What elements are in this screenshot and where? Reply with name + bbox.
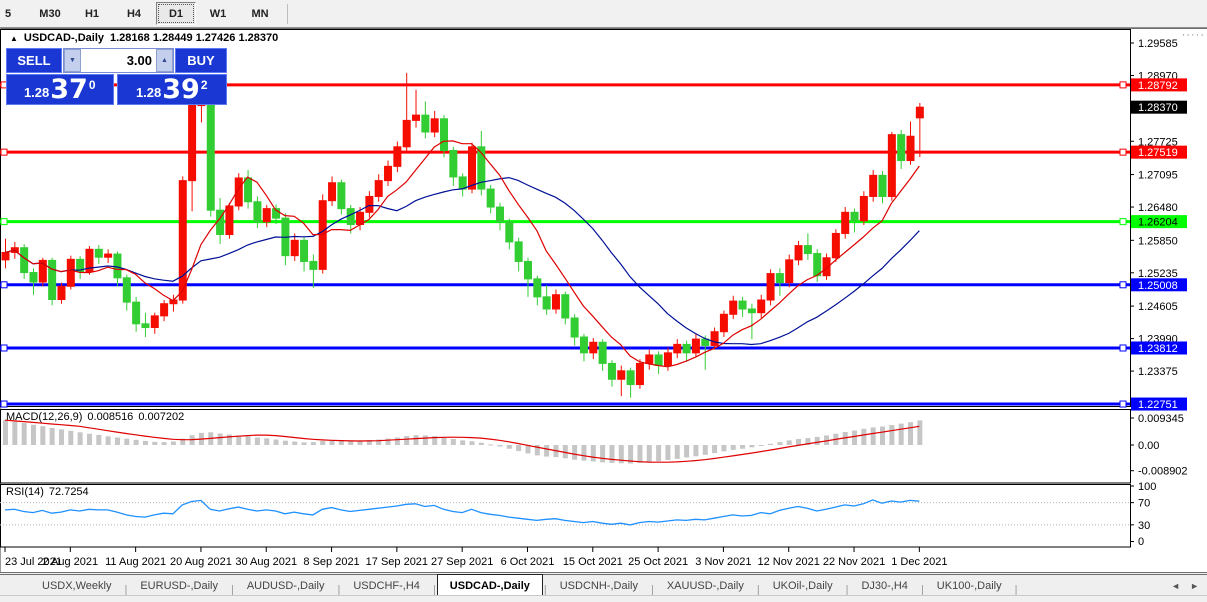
bid-big-digits: 37 bbox=[50, 74, 88, 105]
svg-text:27 Sep 2021: 27 Sep 2021 bbox=[431, 556, 493, 568]
svg-text:15 Oct 2021: 15 Oct 2021 bbox=[563, 556, 623, 568]
svg-text:1.26204: 1.26204 bbox=[1138, 217, 1178, 229]
svg-text:2 Aug 2021: 2 Aug 2021 bbox=[42, 556, 98, 568]
bid-pipette: 0 bbox=[88, 78, 96, 92]
timeframe-button-M30[interactable]: M30 bbox=[30, 2, 70, 25]
collapse-panel-icon[interactable]: ▲ bbox=[10, 34, 18, 43]
svg-text:70: 70 bbox=[1138, 498, 1150, 510]
svg-text:20 Aug 2021: 20 Aug 2021 bbox=[170, 556, 232, 568]
svg-text:25 Oct 2021: 25 Oct 2021 bbox=[628, 556, 688, 568]
bid-prefix: 1.28 bbox=[23, 85, 50, 100]
svg-text:6 Oct 2021: 6 Oct 2021 bbox=[501, 556, 555, 568]
svg-text:3 Nov 2021: 3 Nov 2021 bbox=[695, 556, 751, 568]
timeframe-button-H4[interactable]: H4 bbox=[114, 2, 154, 25]
svg-text:30: 30 bbox=[1138, 520, 1150, 532]
svg-text:11 Aug 2021: 11 Aug 2021 bbox=[105, 556, 166, 568]
bid-price[interactable]: 1.28 37 0 bbox=[6, 74, 114, 105]
volume-input[interactable]: 3.00 bbox=[81, 49, 156, 72]
timeframe-toolbar: 5 M30 H1 H4 D1 W1 MN bbox=[0, 0, 1207, 28]
volume-increase-icon[interactable]: ▲ bbox=[156, 49, 173, 72]
timeframe-button-MN[interactable]: MN bbox=[240, 2, 280, 25]
svg-text:0: 0 bbox=[1138, 536, 1144, 548]
tab-usdchfh4[interactable]: USDCHF-,H4 bbox=[341, 576, 432, 596]
tab-dj30h4[interactable]: DJ30-,H4 bbox=[849, 576, 919, 596]
one-click-trade-panel: SELL ▼ 3.00 ▲ BUY 1.28 37 0 1.28 39 2 bbox=[6, 48, 227, 105]
tab-eurusddaily[interactable]: EURUSD-,Daily bbox=[128, 576, 230, 596]
symbol-tab-bar: USDX,Weekly | EURUSD-,Daily | AUDUSD-,Daily |… bbox=[0, 574, 1207, 596]
tab-ukoildaily[interactable]: UKOil-,Daily bbox=[761, 576, 845, 596]
svg-text:1.28370: 1.28370 bbox=[1138, 102, 1178, 114]
svg-text:1.24605: 1.24605 bbox=[1138, 301, 1178, 313]
tab-xauusddaily[interactable]: XAUUSD-,Daily bbox=[655, 576, 756, 596]
svg-text:1.25235: 1.25235 bbox=[1138, 268, 1178, 280]
buy-button[interactable]: BUY bbox=[175, 48, 227, 73]
svg-text:0.009345: 0.009345 bbox=[1138, 413, 1184, 425]
tab-uk100daily[interactable]: UK100-,Daily bbox=[925, 576, 1014, 596]
svg-text:1.27519: 1.27519 bbox=[1138, 147, 1178, 159]
chart-title-row: ▲ USDCAD-,Daily 1.28168 1.28449 1.27426 … bbox=[10, 32, 278, 44]
svg-text:100: 100 bbox=[1138, 481, 1156, 493]
timeframe-button-H1[interactable]: H1 bbox=[72, 2, 112, 25]
svg-text:1.23375: 1.23375 bbox=[1138, 366, 1178, 378]
chart-window: 1.29585 1.28970 1.27725 1.27095 1.26480 1.258… bbox=[0, 28, 1207, 573]
sell-button[interactable]: SELL bbox=[6, 48, 62, 73]
symbol-title: USDCAD-,Daily bbox=[23, 32, 104, 44]
tab-usdxweekly[interactable]: USDX,Weekly bbox=[30, 576, 123, 596]
svg-text:12 Nov 2021: 12 Nov 2021 bbox=[758, 556, 820, 568]
svg-text:1.25008: 1.25008 bbox=[1138, 280, 1178, 292]
svg-text:1.28792: 1.28792 bbox=[1138, 80, 1178, 92]
svg-text:22 Nov 2021: 22 Nov 2021 bbox=[823, 556, 885, 568]
volume-spinner: ▼ 3.00 ▲ bbox=[63, 48, 174, 73]
svg-text:30 Aug 2021: 30 Aug 2021 bbox=[235, 556, 297, 568]
svg-text:0.00: 0.00 bbox=[1138, 440, 1159, 452]
svg-text:1.27095: 1.27095 bbox=[1138, 170, 1178, 182]
ask-price[interactable]: 1.28 39 2 bbox=[116, 74, 227, 105]
tab-usdcaddaily[interactable]: USDCAD-,Daily bbox=[436, 574, 543, 596]
svg-text:1.29585: 1.29585 bbox=[1138, 38, 1178, 50]
ask-prefix: 1.28 bbox=[135, 85, 162, 100]
chart-canvas[interactable]: 1.295851.289701.277251.270951.264801.258… bbox=[0, 28, 1207, 573]
timeframe-button-5[interactable]: 5 bbox=[0, 2, 28, 25]
svg-text:1.22751: 1.22751 bbox=[1138, 399, 1178, 411]
volume-decrease-icon[interactable]: ▼ bbox=[64, 49, 81, 72]
tab-audusddaily[interactable]: AUDUSD-,Daily bbox=[235, 576, 337, 596]
corner-dots: ····· bbox=[1181, 29, 1205, 41]
svg-text:1.23812: 1.23812 bbox=[1138, 343, 1178, 355]
timeframe-button-D1[interactable]: D1 bbox=[156, 2, 196, 25]
ask-big-digits: 39 bbox=[162, 74, 200, 105]
svg-text:17 Sep 2021: 17 Sep 2021 bbox=[366, 556, 428, 568]
tab-scroll-left-icon[interactable]: ◄ bbox=[1171, 581, 1180, 591]
ask-pipette: 2 bbox=[200, 78, 208, 92]
svg-text:8 Sep 2021: 8 Sep 2021 bbox=[303, 556, 359, 568]
svg-text:1 Dec 2021: 1 Dec 2021 bbox=[891, 556, 947, 568]
timeframe-button-W1[interactable]: W1 bbox=[198, 2, 238, 25]
ohlc-values: 1.28168 1.28449 1.27426 1.28370 bbox=[110, 32, 279, 44]
svg-text:-0.008902: -0.008902 bbox=[1138, 466, 1188, 478]
tab-usdcnhdaily[interactable]: USDCNH-,Daily bbox=[548, 576, 650, 596]
tab-scroll-arrows: ◄ ► bbox=[1171, 575, 1199, 596]
toolbar-separator bbox=[287, 3, 288, 24]
tab-scroll-right-icon[interactable]: ► bbox=[1190, 581, 1199, 591]
svg-text:1.25850: 1.25850 bbox=[1138, 235, 1178, 247]
svg-text:1.26480: 1.26480 bbox=[1138, 202, 1178, 214]
